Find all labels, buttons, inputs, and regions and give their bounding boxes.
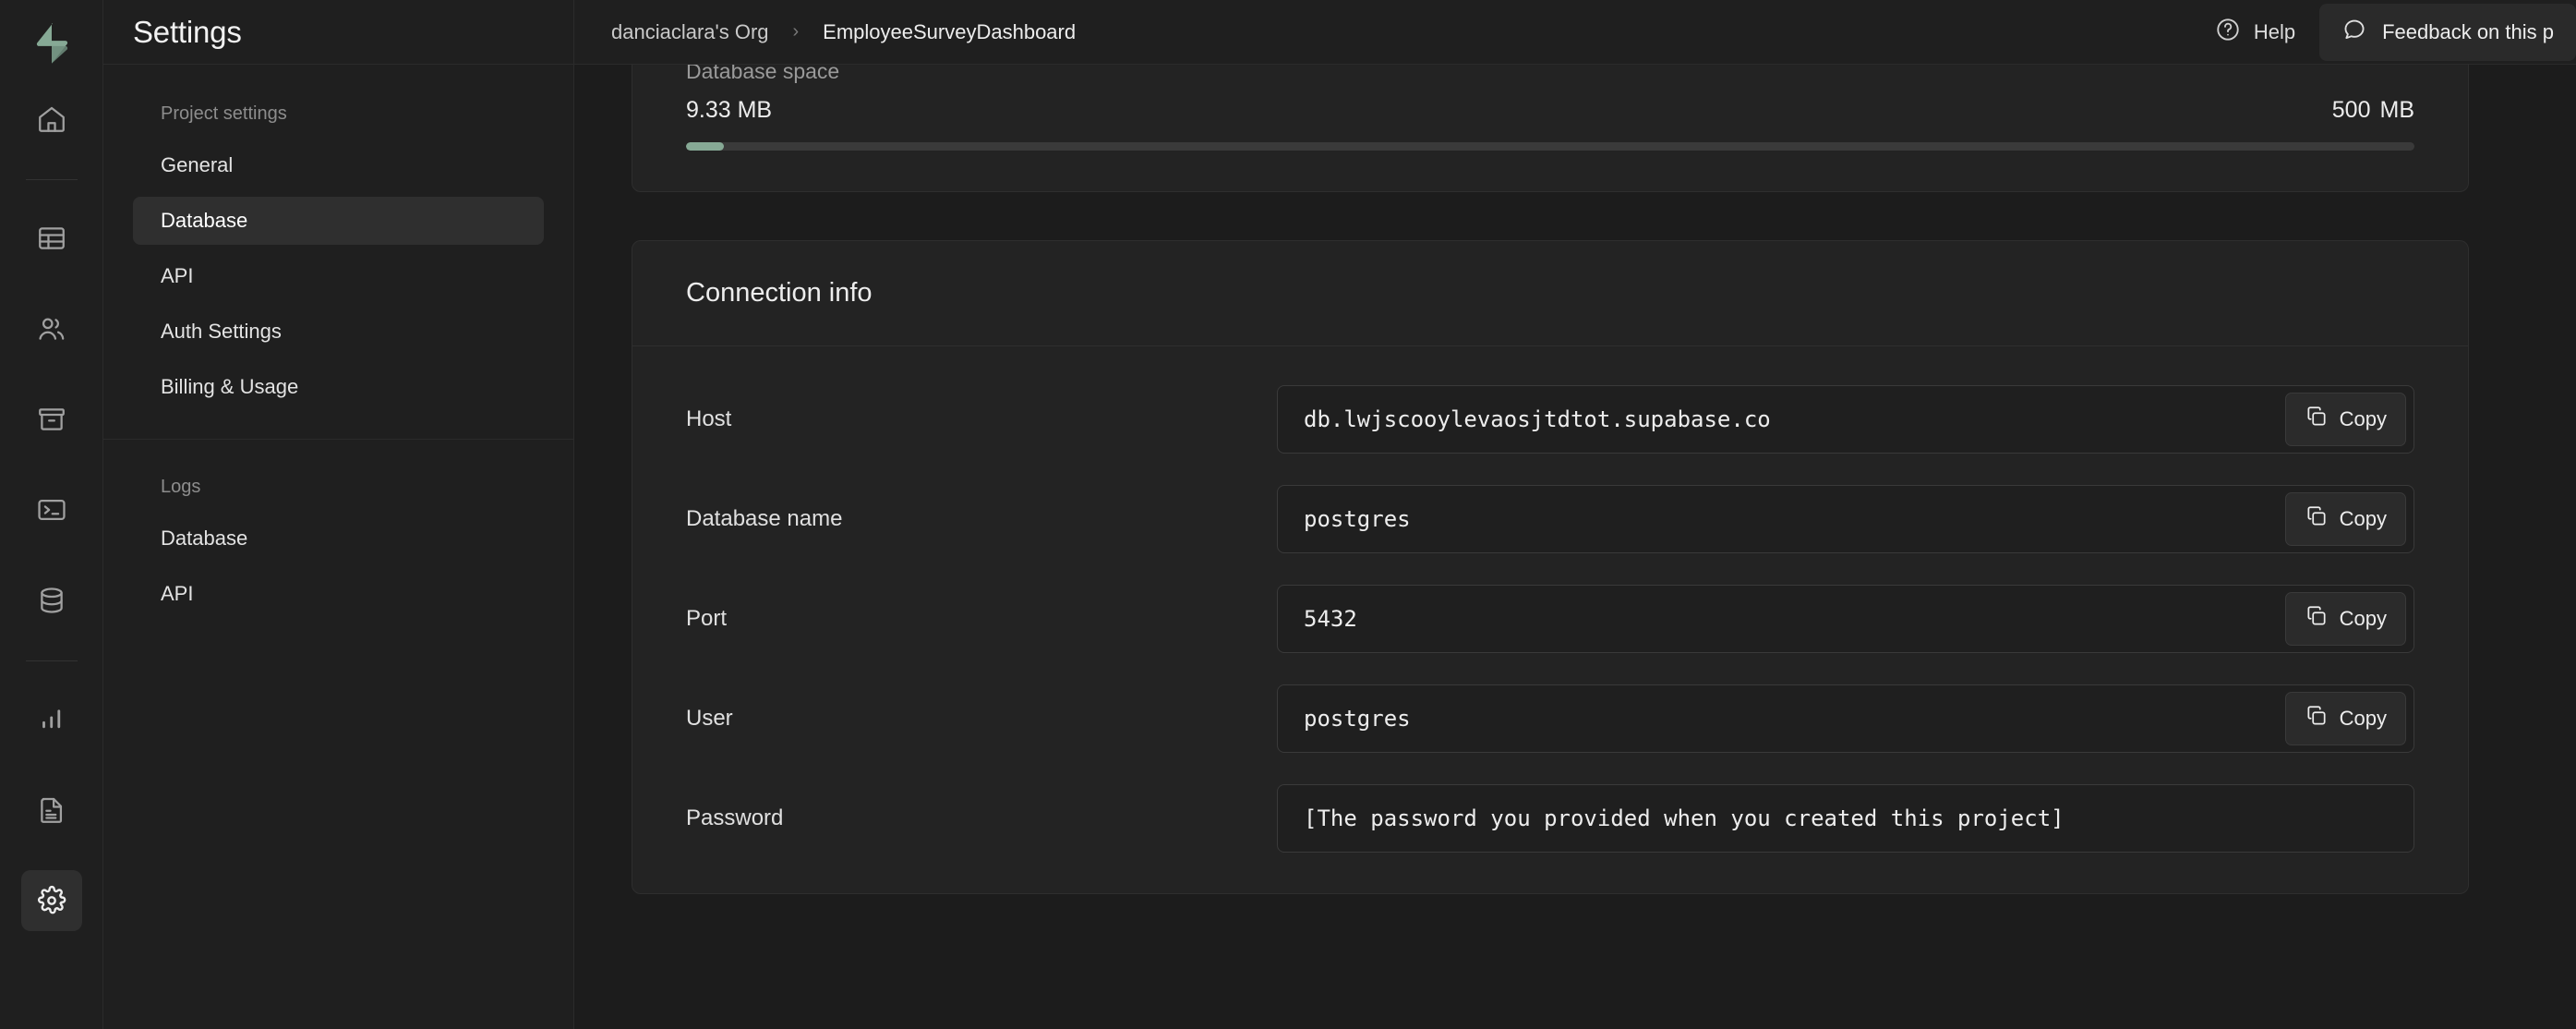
sidebar-item-database[interactable]: Database bbox=[133, 197, 544, 245]
rail-divider-2 bbox=[25, 660, 78, 661]
settings-nav: Settings Project settings General Databa… bbox=[103, 0, 574, 1029]
connection-field-label: Database name bbox=[686, 506, 843, 531]
connection-info-card: Connection info Host Copy Database name Cop… bbox=[632, 240, 2469, 894]
connection-field-label: Port bbox=[686, 606, 728, 631]
connection-field-row: Database name Copy bbox=[686, 485, 2414, 553]
sidebar-item-logs-api[interactable]: API bbox=[133, 570, 544, 618]
settings-nav-body: Project settings General Database API Au… bbox=[103, 65, 573, 625]
question-circle-icon bbox=[2215, 17, 2241, 48]
rail-item-logs[interactable] bbox=[21, 780, 82, 841]
connection-field-label: Host bbox=[686, 406, 732, 431]
copy-icon bbox=[2305, 405, 2329, 434]
nav-group-label-logs: Logs bbox=[161, 477, 201, 497]
connection-field-value[interactable] bbox=[1278, 506, 2285, 532]
connection-field-row: Host Copy bbox=[686, 385, 2414, 454]
database-icon bbox=[36, 585, 67, 616]
connection-info-fields: Host Copy Database name Copy Port Copy User Cop… bbox=[632, 346, 2468, 893]
rail-item-storage[interactable] bbox=[21, 389, 82, 450]
chat-bubble-icon bbox=[2341, 17, 2367, 48]
nav-group-logs: Logs Database API bbox=[133, 440, 544, 618]
connection-field-control: Copy bbox=[1277, 684, 2414, 753]
help-button[interactable]: Help bbox=[2191, 0, 2319, 64]
sidebar-item-auth-settings[interactable]: Auth Settings bbox=[133, 308, 544, 356]
nav-group-label-project: Project settings bbox=[161, 103, 287, 124]
copy-icon bbox=[2305, 604, 2329, 634]
database-space-total-unit: MB bbox=[2379, 97, 2415, 123]
connection-field-value[interactable] bbox=[1278, 606, 2285, 632]
connection-field-control bbox=[1277, 784, 2414, 853]
sidebar-item-billing-usage[interactable]: Billing & Usage bbox=[133, 363, 544, 411]
feedback-button[interactable]: Feedback on this p bbox=[2319, 3, 2576, 61]
copy-icon bbox=[2305, 504, 2329, 534]
rail-item-database[interactable] bbox=[21, 570, 82, 631]
copy-button[interactable]: Copy bbox=[2284, 492, 2406, 546]
sidebar-item-api[interactable]: API bbox=[133, 252, 544, 300]
rail-item-reports[interactable] bbox=[21, 689, 82, 750]
database-space-total-value: 500 bbox=[2331, 97, 2371, 123]
breadcrumb: danciaclara's Org › EmployeeSurveyDashbo… bbox=[611, 20, 1076, 44]
logs-icon bbox=[36, 794, 67, 826]
icon-rail bbox=[0, 0, 103, 1029]
connection-field-control: Copy bbox=[1277, 485, 2414, 553]
rail-item-settings[interactable] bbox=[20, 870, 82, 931]
authentication-icon bbox=[36, 313, 67, 345]
connection-field-row: User Copy bbox=[686, 684, 2414, 753]
connection-field-label: Password bbox=[686, 805, 784, 830]
copy-icon bbox=[2305, 704, 2329, 733]
copy-button[interactable]: Copy bbox=[2284, 592, 2406, 646]
copy-button-label: Copy bbox=[2339, 607, 2387, 630]
connection-field-control: Copy bbox=[1277, 585, 2414, 653]
copy-button-label: Copy bbox=[2339, 707, 2387, 730]
rail-item-table-editor[interactable] bbox=[21, 208, 82, 269]
help-label: Help bbox=[2253, 19, 2296, 43]
database-space-card: Database space 9.33 MB 500 MB bbox=[632, 65, 2469, 192]
connection-field-value[interactable] bbox=[1278, 706, 2285, 732]
sql-editor-icon bbox=[36, 494, 67, 526]
storage-icon bbox=[36, 404, 67, 435]
content-scroll-area[interactable]: Database space 9.33 MB 500 MB Connection … bbox=[574, 65, 2576, 1029]
supabase-logo[interactable] bbox=[25, 17, 78, 70]
database-space-values: 9.33 MB 500 MB bbox=[686, 97, 2414, 124]
rail-item-authentication[interactable] bbox=[21, 298, 82, 359]
breadcrumb-org[interactable]: danciaclara's Org bbox=[611, 20, 769, 44]
settings-nav-header: Settings bbox=[103, 0, 573, 65]
content-inner: Database space 9.33 MB 500 MB Connection … bbox=[632, 65, 2576, 894]
connection-field-label: User bbox=[686, 706, 733, 731]
database-space-total: 500 MB bbox=[2332, 97, 2414, 124]
copy-button[interactable]: Copy bbox=[2284, 692, 2406, 745]
settings-gear-icon bbox=[36, 885, 67, 916]
rail-divider-1 bbox=[25, 179, 78, 180]
top-bar-actions: Help Feedback on this p bbox=[2191, 0, 2576, 64]
app-root: Settings Project settings General Databa… bbox=[0, 0, 2576, 1029]
database-space-used: 9.33 MB bbox=[686, 97, 773, 123]
reports-icon bbox=[36, 704, 67, 735]
rail-item-home[interactable] bbox=[21, 89, 82, 150]
breadcrumb-separator-icon: › bbox=[792, 21, 800, 42]
connection-info-title: Connection info bbox=[686, 278, 873, 308]
copy-button-label: Copy bbox=[2339, 507, 2387, 530]
database-space-progress-fill bbox=[686, 142, 725, 151]
sidebar-item-general[interactable]: General bbox=[133, 141, 544, 189]
connection-info-header: Connection info bbox=[632, 241, 2468, 346]
page-title: Settings bbox=[133, 14, 242, 49]
top-bar: danciaclara's Org › EmployeeSurveyDashbo… bbox=[574, 0, 2576, 65]
connection-field-value[interactable] bbox=[1278, 406, 2285, 432]
feedback-label: Feedback on this p bbox=[2382, 19, 2554, 43]
home-icon bbox=[36, 103, 67, 135]
rail-item-sql-editor[interactable] bbox=[21, 479, 82, 540]
connection-field-row: Port Copy bbox=[686, 585, 2414, 653]
breadcrumb-project[interactable]: EmployeeSurveyDashboard bbox=[823, 20, 1076, 44]
table-editor-icon bbox=[36, 223, 67, 254]
connection-field-value[interactable] bbox=[1278, 805, 2413, 831]
copy-button[interactable]: Copy bbox=[2284, 393, 2406, 446]
database-space-progress-bar bbox=[686, 142, 2414, 151]
sidebar-item-logs-database[interactable]: Database bbox=[133, 514, 544, 563]
connection-field-control: Copy bbox=[1277, 385, 2414, 454]
database-space-label: Database space bbox=[686, 65, 840, 83]
main-area: danciaclara's Org › EmployeeSurveyDashbo… bbox=[574, 0, 2576, 1029]
connection-field-row: Password bbox=[686, 784, 2414, 853]
copy-button-label: Copy bbox=[2339, 407, 2387, 430]
